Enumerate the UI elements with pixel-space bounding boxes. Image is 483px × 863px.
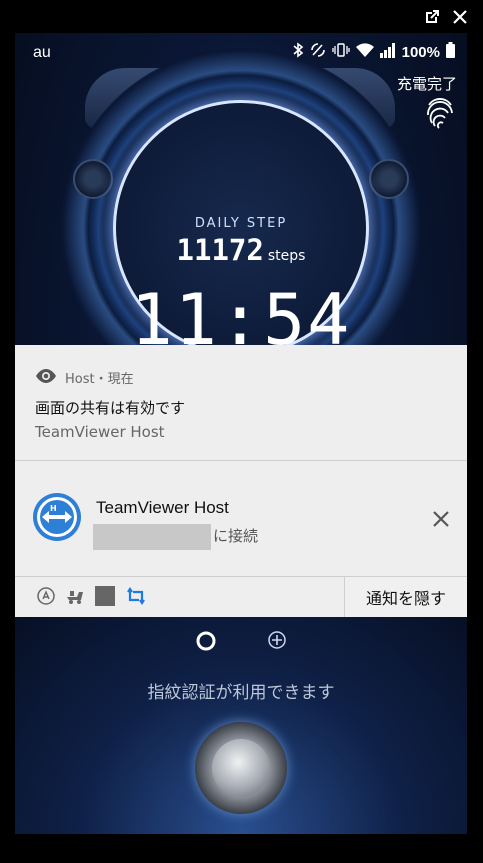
- lockscreen-lower: 指紋認証が利用できます: [15, 617, 467, 834]
- bolt-left: [73, 159, 113, 199]
- carrier-label: au: [33, 44, 51, 61]
- daily-step-label: DAILY STEP: [194, 216, 288, 231]
- fingerprint-available-text: 指紋認証が利用できます: [147, 683, 335, 703]
- eye-icon: [35, 368, 57, 387]
- notification-header: Host・現在: [35, 368, 134, 387]
- home-button-center: [212, 739, 270, 797]
- battery-percent: 100%: [401, 43, 440, 61]
- signal-icon: [379, 42, 396, 62]
- redacted-id: [93, 524, 211, 550]
- phone-screen: au 100% 充電完了 DAILY STEP 11172 steps 11:5…: [15, 33, 467, 834]
- vibrate-icon: [331, 42, 350, 62]
- page-dot-active-icon[interactable]: [195, 630, 217, 656]
- dismiss-icon[interactable]: [431, 509, 451, 529]
- home-button[interactable]: [195, 722, 287, 814]
- step-counter: 11172 steps: [15, 233, 467, 267]
- add-page-icon[interactable]: [267, 630, 287, 656]
- notification-teamviewer[interactable]: H TeamViewer Host に接続: [15, 461, 467, 577]
- nfc-icon: [310, 42, 326, 62]
- hide-notifications-button[interactable]: 通知を隠す: [344, 577, 467, 617]
- app-icon-1: [37, 587, 55, 609]
- notification-actions-bar: 通知を隠す: [15, 577, 467, 617]
- charging-status: 充電完了: [396, 75, 457, 93]
- notification-subtitle: に接続: [213, 527, 259, 545]
- app-icon-2: [65, 587, 85, 609]
- battery-icon: [446, 42, 455, 62]
- notification-panel: Host・現在 画面の共有は有効です TeamViewer Host H Tea…: [15, 345, 467, 617]
- notification-screen-share[interactable]: Host・現在 画面の共有は有効です TeamViewer Host: [15, 345, 467, 461]
- bolt-right: [369, 159, 409, 199]
- notification-app-icons: [37, 586, 147, 610]
- page-indicator: [15, 630, 467, 656]
- notification-app-time: Host・現在: [65, 372, 134, 387]
- notification-subtitle: TeamViewer Host: [35, 423, 165, 441]
- svg-text:H: H: [50, 504, 57, 513]
- close-icon[interactable]: [451, 8, 469, 26]
- sync-icon: [125, 586, 147, 610]
- status-icons: 100%: [292, 42, 455, 62]
- steps-value: 11172: [176, 233, 264, 267]
- status-bar: au 100%: [15, 33, 467, 73]
- teamviewer-logo-icon: H: [33, 493, 81, 541]
- bluetooth-icon: [292, 42, 304, 62]
- external-link-icon[interactable]: [423, 8, 441, 26]
- fingerprint-icon: [425, 95, 455, 133]
- device-window: au 100% 充電完了 DAILY STEP 11172 steps 11:5…: [0, 0, 483, 863]
- gray-square-icon: [95, 586, 115, 610]
- wifi-icon: [355, 42, 374, 62]
- steps-unit: steps: [267, 248, 306, 264]
- notification-title: 画面の共有は有効です: [35, 399, 186, 417]
- window-controls: [423, 8, 469, 26]
- notification-title: TeamViewer Host: [96, 498, 229, 517]
